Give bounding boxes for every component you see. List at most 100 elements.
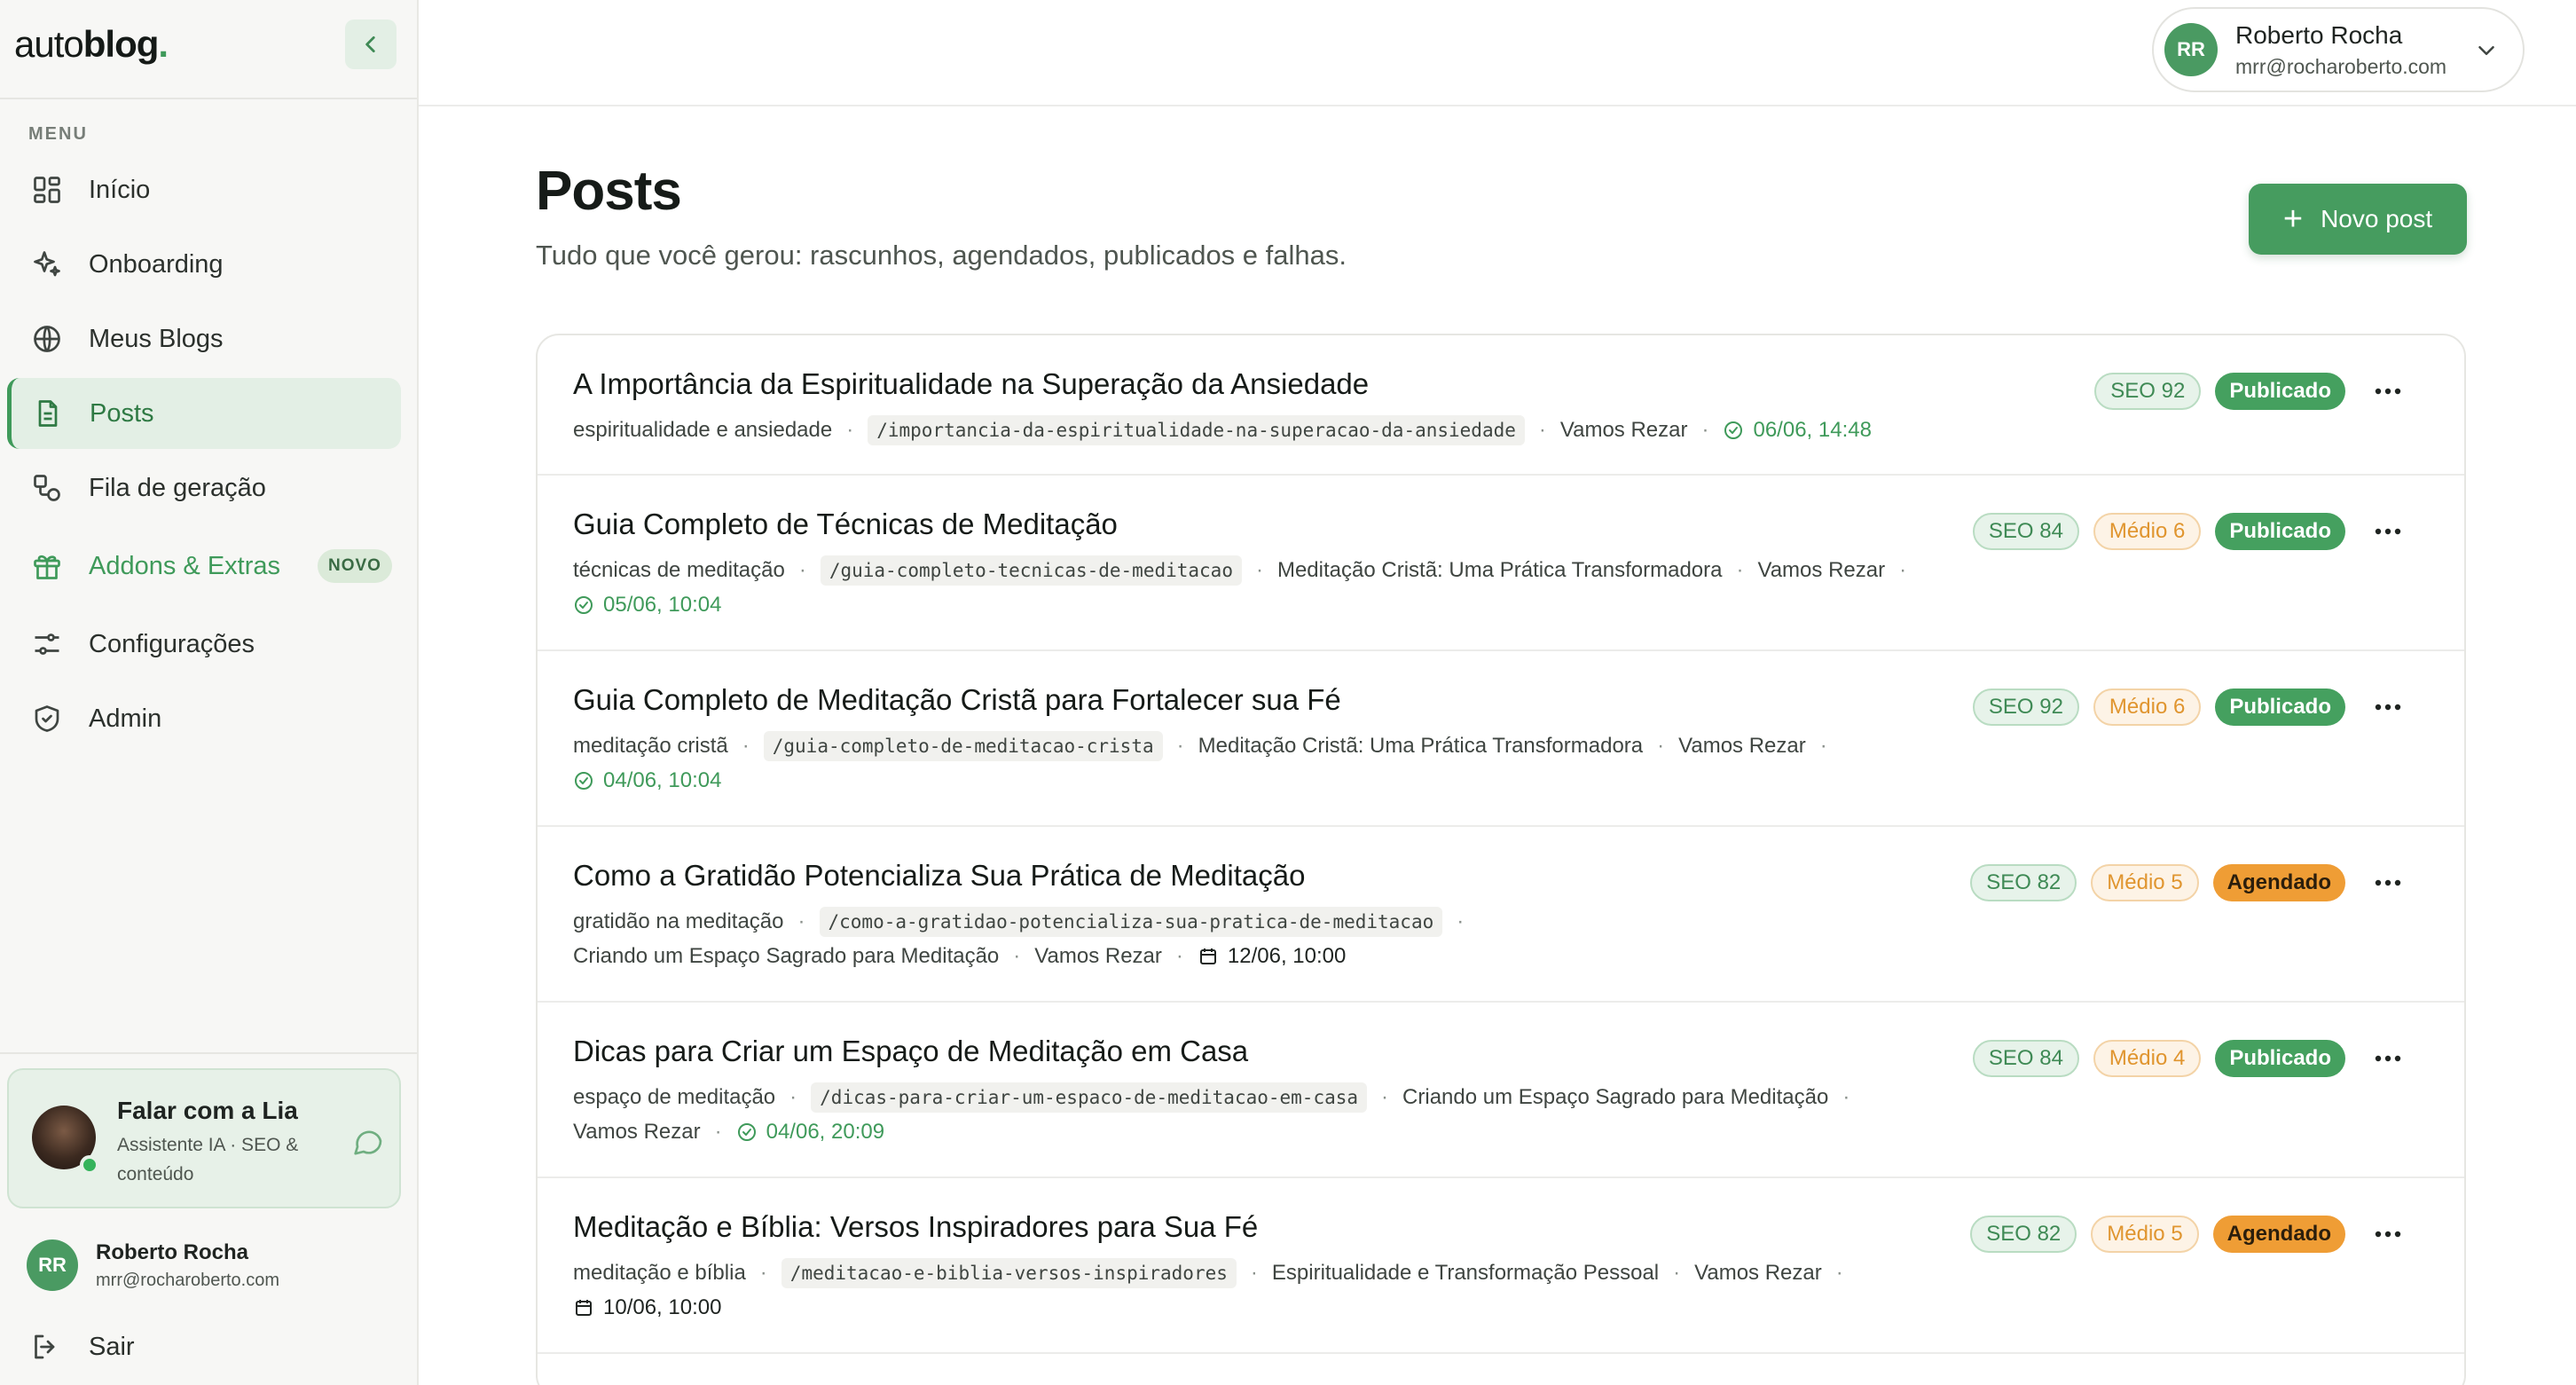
post-title[interactable]: Guia Completo de Técnicas de Meditação [573,508,1118,541]
sidebar-item-addons[interactable]: Addons & Extras NOVO [7,531,401,602]
post-meta-line2: 05/06, 10:04 [573,593,721,618]
brand-dot: . [158,23,169,65]
post-title[interactable]: Guia Completo de Meditação Cristã para F… [573,683,1341,717]
post-badges: SEO 84 Médio 4 Publicado [1959,1040,2406,1077]
difficulty-badge: Médio 6 [2093,513,2202,550]
post-blog: Vamos Rezar [573,1120,701,1144]
document-icon [29,395,67,432]
posts-list: A Importância da Espiritualidade na Supe… [536,334,2466,1385]
post-date-text: 05/06, 10:04 [603,593,722,617]
post-title[interactable]: Meditação e Bíblia: Versos Inspiradores … [573,1210,1258,1244]
post-row[interactable]: Meditação e Bíblia: Versos Inspiradores … [538,1178,2464,1354]
chat-bubble-icon [354,1130,382,1155]
post-meta: meditação cristã · /guia-completo-de-medi… [573,731,1842,761]
brand-logo[interactable]: auto blog. [14,21,169,67]
more-options-icon[interactable] [2370,1216,2406,1252]
sidebar-item-inicio[interactable]: Início [7,154,401,225]
post-meta-line2: Vamos Rezar · 04/06, 20:09 [573,1120,885,1144]
post-meta: espiritualidade e ansiedade · /importanci… [573,415,1872,445]
post-meta: gratidão na meditação · /como-a-gratidao-… [573,907,1478,937]
sidebar-item-label: Admin [89,704,162,733]
post-row[interactable]: Como a Gratidão Potencializa Sua Prática… [538,827,2464,1003]
seo-score-badge: SEO 92 [2094,373,2202,410]
post-date-text: 10/06, 10:00 [603,1295,722,1319]
status-badge: Agendado [2212,1216,2345,1253]
check-circle-icon [737,1123,756,1141]
post-badges: SEO 92 Publicado [2080,373,2406,410]
post-badges: SEO 84 Médio 6 Publicado [1959,513,2406,550]
chat-with-lia-card[interactable]: Falar com a Lia Assistente IA · SEO & co… [7,1068,401,1208]
brand-part-blog: blog [82,23,160,65]
chevron-down-icon [2478,46,2494,55]
collapse-sidebar-button[interactable] [345,20,397,69]
post-slug: /importancia-da-espiritualidade-na-super… [868,415,1525,445]
post-title[interactable]: Como a Gratidão Potencializa Sua Prática… [573,859,1305,893]
post-badges: SEO 92 Médio 6 Publicado [1959,689,2406,726]
post-slug: /meditacao-e-biblia-versos-inspiradores [781,1258,1237,1288]
sidebar-item-label: Configurações [89,629,255,658]
logout-button[interactable]: Sair [27,1326,135,1368]
more-options-icon[interactable] [2370,865,2406,901]
new-badge: NOVO [318,549,392,583]
post-title[interactable]: Dicas para Criar um Espaço de Meditação … [573,1035,1248,1068]
sidebar-item-posts[interactable]: Posts [7,378,401,449]
check-circle-icon [1724,421,1743,439]
page-subtitle: Tudo que você gerou: rascunhos, agendado… [536,240,1347,271]
more-options-icon[interactable] [2370,514,2406,549]
post-keyword: meditação cristã [573,734,728,758]
difficulty-badge: Médio 5 [2091,1216,2199,1253]
sidebar-item-configuracoes[interactable]: Configurações [7,609,401,680]
status-badge: Publicado [2215,1040,2345,1077]
seo-score-badge: SEO 82 [1970,864,2077,901]
post-title[interactable]: A Importância da Espiritualidade na Supe… [573,367,1369,401]
more-options-icon[interactable] [2370,374,2406,409]
sidebar-item-admin[interactable]: Admin [7,683,401,754]
logout-label: Sair [89,1332,135,1361]
post-slug: /guia-completo-de-meditacao-crista [763,731,1163,761]
status-badge: Publicado [2215,513,2345,550]
status-badge: Publicado [2215,689,2345,726]
difficulty-badge: Médio 6 [2093,689,2202,726]
sidebar-item-label: Posts [90,398,154,428]
post-row[interactable]: Dicas para Criar um Espaço de Meditação … [538,1003,2464,1178]
sidebar-divider [0,1052,417,1054]
globe-icon [28,320,66,358]
sidebar-item-label: Meus Blogs [89,324,224,353]
post-date-text: 12/06, 10:00 [1227,944,1347,968]
user-name: Roberto Rocha [96,1239,249,1264]
post-keyword: gratidão na meditação [573,909,784,933]
page-title: Posts [536,161,682,222]
queue-icon [28,469,66,507]
user-menu-button[interactable]: RR Roberto Rocha mrr@rocharoberto.com [2152,7,2525,92]
seo-score-badge: SEO 92 [1972,689,2079,726]
post-cluster: Meditação Cristã: Uma Prática Transforma… [1276,558,1723,582]
sliders-icon [28,626,66,663]
status-badge: Agendado [2212,864,2345,901]
calendar-icon [1199,948,1216,964]
sidebar-item-label: Fila de geração [89,473,266,502]
sidebar: auto blog. MENU Início Onboarding Meus Bl… [0,0,419,1385]
post-row[interactable]: Guia Completo de Meditação Cristã para F… [538,651,2464,827]
post-row[interactable]: Guia Completo de Técnicas de Meditação t… [538,476,2464,651]
chevron-left-icon [365,36,375,52]
avatar: RR [2164,23,2218,76]
sidebar-item-fila-de-geracao[interactable]: Fila de geração [7,452,401,523]
post-badges: SEO 82 Médio 5 Agendado [1956,864,2406,901]
plus-icon: + [2282,201,2304,238]
post-slug: /como-a-gratidao-potencializa-sua-pratic… [819,907,1443,937]
new-post-button[interactable]: + Novo post [2249,184,2467,255]
post-scheduled-date: 12/06, 10:00 [1198,944,1346,969]
post-date-text: 06/06, 14:48 [1753,418,1872,442]
new-post-label: Novo post [2321,205,2433,232]
post-slug: /dicas-para-criar-um-espaco-de-meditacao… [811,1082,1368,1113]
post-row[interactable]: A Importância da Espiritualidade na Supe… [538,335,2464,476]
more-options-icon[interactable] [2370,1041,2406,1076]
post-blog: Vamos Rezar [1559,418,1688,442]
post-meta: meditação e bíblia · /meditacao-e-biblia-… [573,1258,1857,1288]
more-options-icon[interactable] [2370,689,2406,725]
post-blog: Vamos Rezar [1694,1261,1822,1285]
sidebar-item-onboarding[interactable]: Onboarding [7,229,401,300]
sidebar-user[interactable]: RR Roberto Rocha mrr@rocharoberto.com [27,1237,279,1294]
sidebar-item-label: Início [89,175,151,204]
sidebar-item-meus-blogs[interactable]: Meus Blogs [7,303,401,374]
